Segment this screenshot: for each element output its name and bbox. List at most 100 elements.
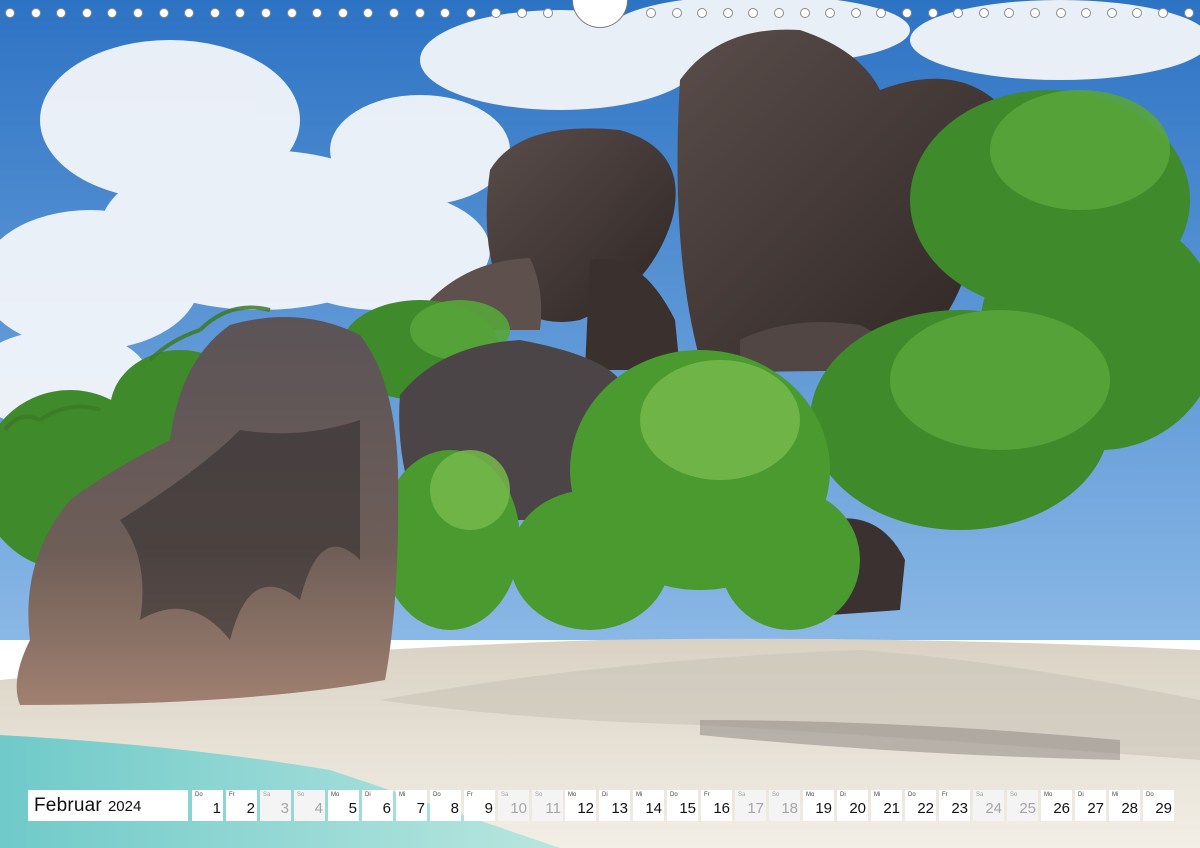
binding-hole — [1184, 8, 1194, 18]
binding-hole — [543, 8, 553, 18]
day-number: 20 — [849, 800, 866, 817]
binding-hole — [902, 8, 912, 18]
day-cell: Mi 28 — [1109, 790, 1140, 821]
binding-hole — [979, 8, 989, 18]
weekday-label: Sa — [501, 792, 509, 798]
binding-hole — [876, 8, 886, 18]
weekday-label: Do — [670, 792, 678, 798]
day-cell: Mi 14 — [633, 790, 664, 821]
binding-hole — [646, 8, 656, 18]
day-number: 23 — [951, 800, 968, 817]
day-number: 12 — [577, 800, 594, 817]
day-cell: Mo 5 — [328, 790, 359, 821]
month-name: Februar — [34, 794, 102, 816]
binding-hole — [261, 8, 271, 18]
binding-hole — [133, 8, 143, 18]
weekday-label: Mo — [331, 792, 340, 798]
weekday-label: Di — [602, 792, 608, 798]
day-number: 10 — [510, 800, 527, 817]
day-cell: Mi 7 — [396, 790, 427, 821]
day-cell: Di 13 — [599, 790, 630, 821]
binding-hole — [312, 8, 322, 18]
day-cell: Mo 26 — [1041, 790, 1072, 821]
day-cell: Di 20 — [837, 790, 868, 821]
weekday-label: So — [297, 792, 305, 798]
day-cell: Mo 19 — [803, 790, 834, 821]
day-cell: Di 6 — [362, 790, 393, 821]
weekday-label: Sa — [738, 792, 746, 798]
day-number: 22 — [917, 800, 934, 817]
day-cell: Mo 12 — [565, 790, 596, 821]
weekday-label: Mi — [399, 792, 406, 798]
day-number: 26 — [1053, 800, 1070, 817]
day-cell: Fr 16 — [701, 790, 732, 821]
weekday-label: Di — [1078, 792, 1084, 798]
binding-hole — [5, 8, 15, 18]
binding-hole — [1004, 8, 1014, 18]
binding-hole — [440, 8, 450, 18]
weekday-label: Di — [840, 792, 846, 798]
day-number: 28 — [1121, 800, 1138, 817]
hanger-hole — [572, 0, 628, 28]
day-number: 29 — [1155, 800, 1172, 817]
day-cell: Fr 2 — [226, 790, 257, 821]
weekday-label: Fr — [467, 792, 473, 798]
binding-hole — [415, 8, 425, 18]
binding-hole — [389, 8, 399, 18]
binding-hole — [697, 8, 707, 18]
day-number: 17 — [747, 800, 764, 817]
weekday-label: Mi — [1112, 792, 1119, 798]
binding-hole — [672, 8, 682, 18]
binding-hole — [107, 8, 117, 18]
day-number: 4 — [314, 800, 323, 817]
day-cell: Do 22 — [905, 790, 936, 821]
weekday-label: Fr — [704, 792, 710, 798]
binding-hole — [287, 8, 297, 18]
spiral-binding — [0, 0, 1200, 28]
day-number: 15 — [679, 800, 696, 817]
weekday-label: Mi — [636, 792, 643, 798]
binding-hole — [953, 8, 963, 18]
weekday-label: Fr — [229, 792, 235, 798]
day-number: 11 — [545, 800, 561, 817]
month-label-box: Februar 2024 — [28, 790, 188, 821]
binding-hole — [1056, 8, 1066, 18]
weekday-label: Sa — [976, 792, 984, 798]
day-cell: Sa 17 — [735, 790, 766, 821]
day-cell: Mi 21 — [871, 790, 902, 821]
day-number: 13 — [611, 800, 628, 817]
weekday-label: Mo — [806, 792, 815, 798]
binding-hole — [928, 8, 938, 18]
binding-hole — [1158, 8, 1168, 18]
binding-hole — [1132, 8, 1142, 18]
day-cell: Fr 23 — [939, 790, 970, 821]
weekday-label: Mo — [1044, 792, 1053, 798]
day-number: 24 — [985, 800, 1002, 817]
day-number: 16 — [713, 800, 730, 817]
weekday-label: Do — [433, 792, 441, 798]
day-cell: So 25 — [1007, 790, 1038, 821]
binding-hole — [159, 8, 169, 18]
day-number: 27 — [1087, 800, 1104, 817]
weekday-label: Di — [365, 792, 371, 798]
binding-hole — [748, 8, 758, 18]
day-number: 19 — [815, 800, 832, 817]
binding-hole — [1030, 8, 1040, 18]
calendar-strip: Februar 2024 Do 1 Fr 2 Sa 3 So 4 Mo 5 Di 6 Mi 7 Do 8 Fr 9… — [28, 790, 1174, 821]
day-number: 3 — [280, 800, 289, 817]
day-number: 2 — [246, 800, 255, 817]
weekday-label: Fr — [942, 792, 948, 798]
binding-hole — [825, 8, 835, 18]
binding-hole — [851, 8, 861, 18]
day-number: 5 — [348, 800, 357, 817]
day-cell: Do 15 — [667, 790, 698, 821]
day-number: 7 — [416, 800, 425, 817]
day-cell: Do 1 — [192, 790, 223, 821]
day-number: 6 — [382, 800, 391, 817]
day-cell: Fr 9 — [464, 790, 495, 821]
binding-hole — [774, 8, 784, 18]
weekday-label: Do — [195, 792, 203, 798]
weekday-label: Do — [908, 792, 916, 798]
weekday-label: So — [772, 792, 780, 798]
binding-hole — [184, 8, 194, 18]
